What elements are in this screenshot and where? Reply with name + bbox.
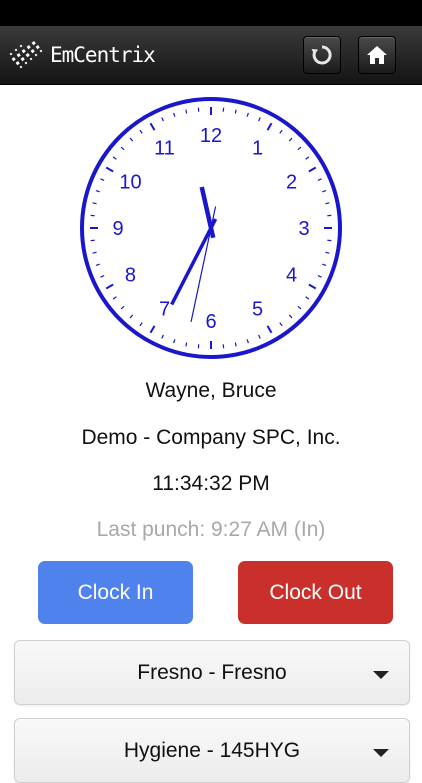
employee-name: Wayne, Bruce bbox=[0, 379, 422, 403]
clock-tick bbox=[235, 110, 236, 114]
clock-tick bbox=[186, 342, 187, 346]
company-name: Demo - Company SPC, Inc. bbox=[0, 426, 422, 450]
current-time: 11:34:32 PM bbox=[0, 472, 422, 496]
home-icon bbox=[366, 45, 388, 65]
home-button[interactable] bbox=[358, 36, 396, 74]
clock-out-button[interactable]: Clock Out bbox=[238, 561, 393, 624]
clock-numeral: 7 bbox=[159, 299, 170, 321]
clock-numeral: 11 bbox=[154, 137, 175, 159]
clock-tick bbox=[93, 252, 97, 253]
clock-numeral: 2 bbox=[286, 172, 297, 194]
clock-tick bbox=[235, 342, 236, 346]
last-punch-text: Last punch: 9:27 AM (In) bbox=[0, 518, 422, 542]
clock-in-button[interactable]: Clock In bbox=[38, 561, 193, 624]
department-select[interactable]: Hygiene - 145HYG bbox=[14, 718, 410, 783]
chevron-down-icon bbox=[373, 749, 389, 757]
clock-numeral: 4 bbox=[286, 265, 297, 287]
emcentrix-logo-icon bbox=[8, 36, 48, 72]
clock-numeral: 3 bbox=[298, 218, 309, 240]
refresh-button[interactable] bbox=[303, 36, 341, 74]
app-header: EmCentrix bbox=[0, 26, 422, 85]
location-value: Fresno - Fresno bbox=[15, 661, 409, 685]
clock-numeral: 5 bbox=[252, 299, 263, 321]
brand-name: EmCentrix bbox=[50, 43, 155, 67]
clock-numeral: 12 bbox=[200, 125, 222, 147]
clock-numeral: 9 bbox=[112, 218, 123, 240]
chevron-down-icon bbox=[373, 671, 389, 679]
department-value: Hygiene - 145HYG bbox=[15, 739, 409, 763]
clock-tick bbox=[325, 252, 329, 253]
clock-numeral: 8 bbox=[125, 265, 136, 287]
analog-clock: 121234567891011 bbox=[79, 96, 343, 360]
clock-tick bbox=[186, 110, 187, 114]
location-select[interactable]: Fresno - Fresno bbox=[14, 640, 410, 705]
clock-numeral: 1 bbox=[252, 137, 263, 159]
refresh-icon bbox=[311, 44, 333, 66]
clock-numeral: 6 bbox=[205, 311, 216, 333]
clock-numeral: 10 bbox=[119, 172, 141, 194]
clock-tick bbox=[93, 203, 97, 204]
clock-tick bbox=[325, 203, 329, 204]
status-bar bbox=[0, 0, 422, 26]
